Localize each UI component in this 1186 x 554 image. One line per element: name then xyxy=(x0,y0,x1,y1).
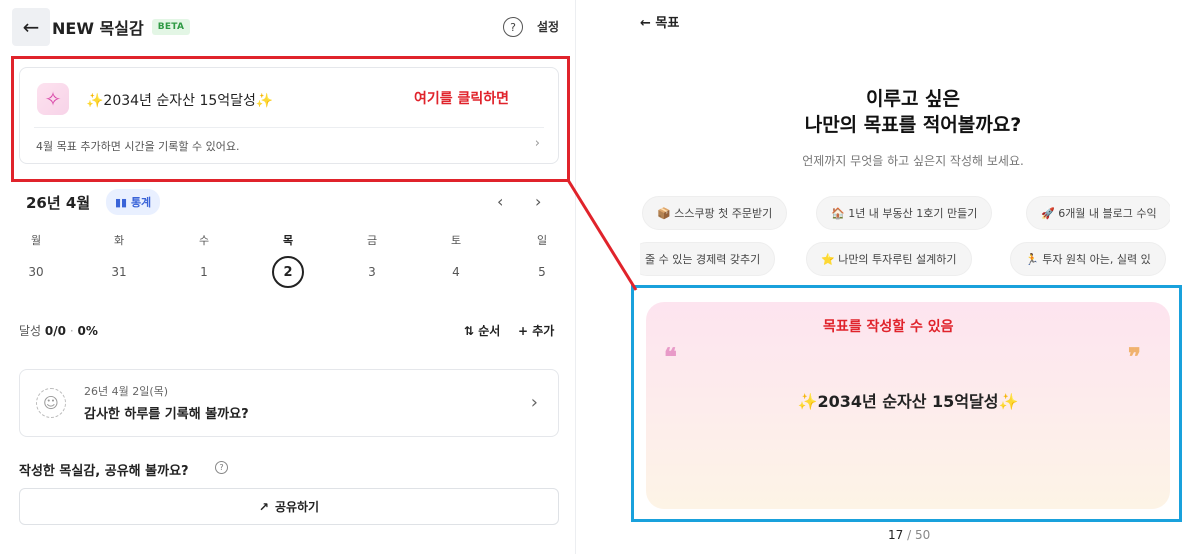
annotation-red-box xyxy=(11,56,570,182)
add-button[interactable]: + 추가 xyxy=(518,322,554,339)
help-icon[interactable]: ? xyxy=(503,17,523,37)
calendar-day[interactable]: 1 xyxy=(189,265,219,279)
weekday-label: 수 xyxy=(198,234,210,247)
example-chip[interactable]: 🚀 6개월 내 블로그 수익 xyxy=(1026,196,1170,230)
weekday-label: 금 xyxy=(366,234,378,247)
example-chip[interactable]: 🏃 투자 원칙 아는, 실력 있 xyxy=(1010,242,1166,276)
hero-line-1: 이루고 싶은 xyxy=(865,88,960,110)
help-icon[interactable]: ? xyxy=(215,461,228,474)
connector-line xyxy=(566,179,638,291)
char-counter: 17 / 50 xyxy=(888,528,930,542)
chevron-right-icon: › xyxy=(530,392,538,413)
calendar-day[interactable]: 30 xyxy=(21,265,51,279)
calendar-day[interactable]: 4 xyxy=(441,265,471,279)
smile-icon: ☺ xyxy=(36,388,66,418)
diary-card[interactable]: ☺ 26년 4월 2일(목) 감사한 하루를 기록해 볼까요? › xyxy=(19,369,559,437)
calendar-day-today[interactable]: 2 xyxy=(272,256,304,288)
page-title: NEW 목실감 xyxy=(52,19,144,38)
beta-badge: BETA xyxy=(151,19,191,35)
header: ← NEW 목실감 BETA ? 설정 xyxy=(12,8,572,46)
diary-date: 26년 4월 2일(목) xyxy=(84,385,169,398)
goal-back-button[interactable]: ← 목표 xyxy=(640,12,679,31)
share-button[interactable]: ↗ 공유하기 xyxy=(19,488,559,525)
calendar-day[interactable]: 3 xyxy=(357,265,387,279)
external-link-icon: ↗ xyxy=(258,499,269,514)
settings-button[interactable]: 설정 xyxy=(537,18,559,35)
weekday-label: 월 xyxy=(30,234,42,247)
weekday-label: 화 xyxy=(113,234,125,247)
prev-month-icon[interactable]: ‹ xyxy=(497,192,503,211)
calendar-day[interactable]: 31 xyxy=(104,265,134,279)
annotation-blue-box xyxy=(631,285,1182,522)
char-count-current: 17 xyxy=(888,528,904,542)
sort-button[interactable]: ⇅ 순서 xyxy=(464,322,500,339)
hero-subtitle: 언제까지 무엇을 하고 싶은지 작성해 보세요. xyxy=(802,154,1024,168)
weekday-label: 토 xyxy=(450,234,462,247)
share-button-label: 공유하기 xyxy=(274,500,320,514)
example-chip[interactable]: ⭐ 나만의 투자루틴 설계하기 xyxy=(806,242,972,276)
share-question: 작성한 목실감, 공유해 볼까요? xyxy=(19,464,189,479)
diary-prompt: 감사한 하루를 기록해 볼까요? xyxy=(84,407,249,422)
annotation-click-label: 여기를 클릭하면 xyxy=(414,91,510,107)
hero-line-2: 나만의 목표를 적어볼까요? xyxy=(804,114,1022,136)
example-chip[interactable]: 🏠 1년 내 부동산 1호기 만들기 xyxy=(816,196,993,230)
char-count-total: / 50 xyxy=(907,528,931,542)
achievement-sep: · xyxy=(69,324,74,338)
achievement-summary: 달성 0/0 · 0% xyxy=(19,322,98,339)
example-chip[interactable]: 줄 수 있는 경제력 갖추기 xyxy=(640,242,776,276)
weekday-label: 일 xyxy=(536,234,548,247)
weekday-label: 목 xyxy=(282,234,294,247)
achievement-count: 0/0 xyxy=(44,324,67,338)
achievement-label: 달성 xyxy=(19,324,42,338)
example-chips: 📦 스스쿠팡 첫 주문받기 🏠 1년 내 부동산 1호기 만들기 🚀 6개월 내… xyxy=(640,194,1170,276)
achievement-percent: 0% xyxy=(77,324,98,338)
next-month-icon[interactable]: › xyxy=(535,192,541,211)
hero-title: 이루고 싶은 나만의 목표를 적어볼까요? xyxy=(640,86,1186,138)
stats-button[interactable]: ▮▮ 통계 xyxy=(106,189,161,215)
calendar-day[interactable]: 5 xyxy=(527,265,557,279)
back-arrow-icon[interactable]: ← xyxy=(12,8,50,46)
calendar-month: 26년 4월 xyxy=(26,194,91,212)
example-chip[interactable]: 📦 스스쿠팡 첫 주문받기 xyxy=(642,196,788,230)
stats-label: 통계 xyxy=(130,196,152,209)
